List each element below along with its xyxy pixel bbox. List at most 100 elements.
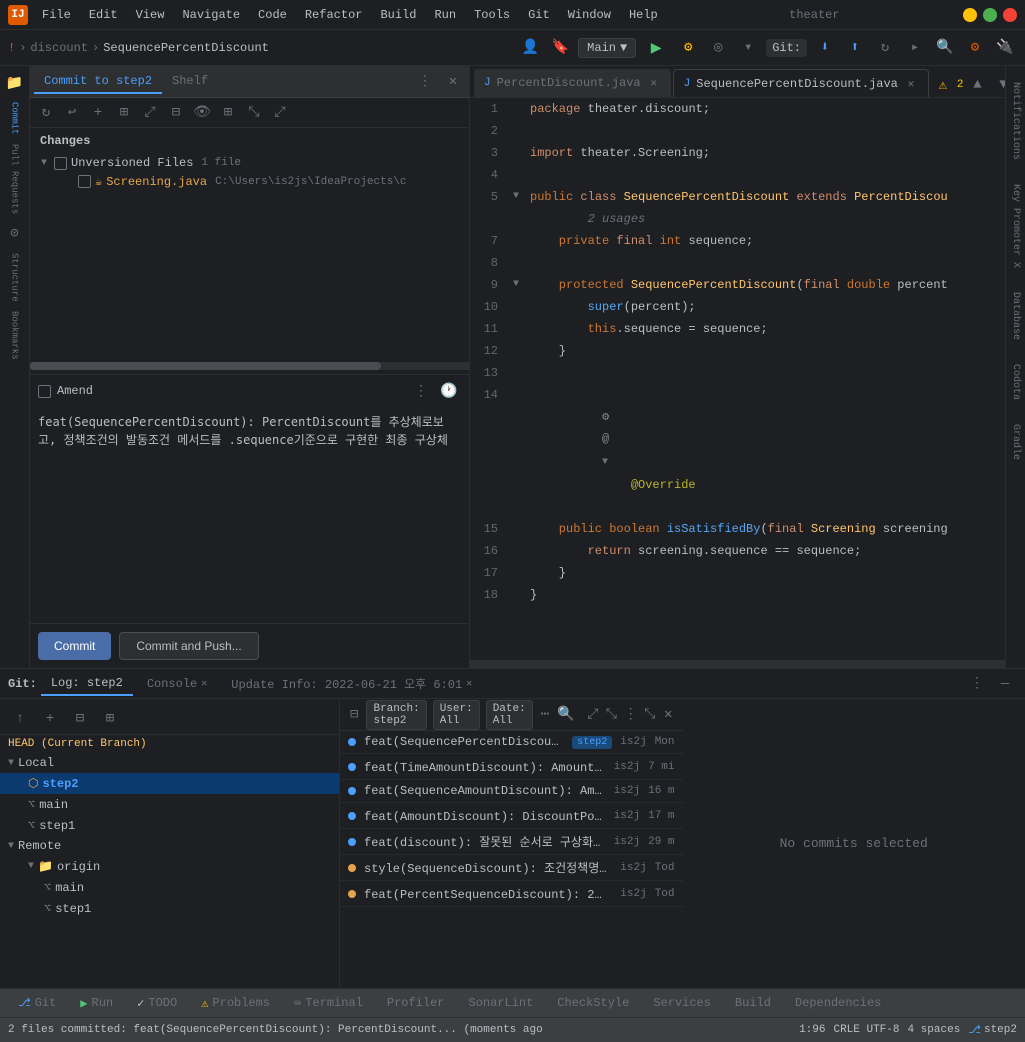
log-more-button[interactable]: ⋯	[539, 703, 551, 727]
app-checkstyle-button[interactable]: CheckStyle	[547, 992, 639, 1014]
tab-percent-discount[interactable]: J PercentDiscount.java ✕	[474, 69, 671, 97]
breadcrumb-class[interactable]: SequencePercentDiscount	[103, 41, 269, 55]
local-group-item[interactable]: ▼ Local	[0, 753, 339, 773]
refresh-button[interactable]: ↻	[34, 101, 58, 125]
log-close-button[interactable]: ✕	[662, 703, 674, 727]
app-terminal-button[interactable]: ⌨ Terminal	[284, 992, 373, 1015]
warning-icon[interactable]: ⚠	[931, 73, 955, 97]
commit-options-button[interactable]: ⋮	[413, 70, 437, 94]
origin-main-item[interactable]: ⌥ main	[0, 877, 339, 898]
coverage-button[interactable]: ◎	[706, 36, 730, 60]
app-run-button[interactable]: ▶ Run	[70, 992, 123, 1015]
menu-view[interactable]: View	[128, 6, 173, 24]
menu-run[interactable]: Run	[426, 6, 464, 24]
git-more-button[interactable]: ▸	[903, 36, 927, 60]
amend-history-button[interactable]: 🕐	[437, 379, 461, 403]
navigate-down-button[interactable]: ▼	[992, 73, 1006, 97]
log-search-button[interactable]: 🔍	[557, 703, 574, 727]
git-update-button[interactable]: ↻	[873, 36, 897, 60]
sort-button[interactable]: ⊞	[216, 101, 240, 125]
app-sonarlint-button[interactable]: SonarLint	[458, 992, 543, 1014]
app-services-button[interactable]: Services	[643, 992, 721, 1014]
status-branch[interactable]: ⎇ step2	[968, 1023, 1017, 1037]
eye-button[interactable]: 👁	[190, 101, 214, 125]
tab-close-percent[interactable]: ✕	[647, 76, 661, 90]
settings-button[interactable]: ⚙	[963, 36, 987, 60]
expand-arrow[interactable]: ▼	[38, 157, 50, 169]
menu-help[interactable]: Help	[621, 6, 666, 24]
head-branch-item[interactable]: HEAD (Current Branch)	[0, 735, 339, 753]
commit-row-2[interactable]: feat(SequenceAmountDiscount): AmountDisc…	[340, 780, 683, 803]
update-close[interactable]: ✕	[466, 678, 472, 690]
vcs-icon[interactable]: 👤	[518, 36, 542, 60]
commit-icon[interactable]: Commit	[2, 98, 28, 138]
menu-tools[interactable]: Tools	[466, 6, 518, 24]
commit-row-3[interactable]: feat(AmountDiscount): DiscountPolicy 정책 …	[340, 803, 683, 829]
git-push-button[interactable]: ⬆	[843, 36, 867, 60]
filter-button[interactable]: ⊟	[68, 707, 92, 731]
log-full-button[interactable]: ⤡	[644, 703, 656, 727]
commit-button[interactable]: Commit	[38, 632, 111, 660]
tab-sequence-percent-discount[interactable]: J SequencePercentDiscount.java ✕	[673, 69, 929, 97]
tab-shelf[interactable]: Shelf	[162, 70, 218, 94]
structure-icon[interactable]: Structure	[2, 249, 28, 306]
horizontal-scrollbar[interactable]	[470, 660, 1005, 668]
tab-commit-to-step2[interactable]: Commit to step2	[34, 70, 162, 94]
menu-edit[interactable]: Edit	[81, 6, 126, 24]
log-filter-icon[interactable]: ⊟	[348, 703, 360, 727]
menu-build[interactable]: Build	[372, 6, 424, 24]
app-dependencies-button[interactable]: Dependencies	[785, 992, 891, 1014]
bottom-minimize-button[interactable]: —	[993, 672, 1017, 696]
database-tab[interactable]: Database	[1008, 284, 1023, 348]
tab-update-info[interactable]: Update Info: 2022-06-21 오후 6:01 ✕	[221, 671, 482, 696]
commit-row-0[interactable]: feat(SequencePercentDiscount): Percen st…	[340, 731, 683, 754]
commit-message-input[interactable]: feat(SequencePercentDiscount): PercentDi…	[38, 413, 461, 493]
commit-row-1[interactable]: feat(TimeAmountDiscount): AmountDiscount…	[340, 754, 683, 780]
user-filter[interactable]: User: All	[433, 700, 480, 730]
commit-and-push-button[interactable]: Commit and Push...	[119, 632, 258, 660]
menu-git[interactable]: Git	[520, 6, 558, 24]
maximize-panel-button[interactable]: ⤢	[268, 101, 292, 125]
git-fetch-button[interactable]: ⬇	[813, 36, 837, 60]
add-branch-button[interactable]: +	[38, 707, 62, 731]
run-button[interactable]: ▶	[642, 34, 670, 62]
log-collapse-button[interactable]: ⤡	[605, 703, 617, 727]
pull-requests-icon[interactable]: Pull Requests	[2, 140, 28, 218]
group-by-button[interactable]: ⊞	[112, 101, 136, 125]
diff-button[interactable]: ⊟	[164, 101, 188, 125]
more-run-button[interactable]: ▾	[736, 36, 760, 60]
remote-group-item[interactable]: ▼ Remote	[0, 836, 339, 856]
remote-expand[interactable]: ▼	[8, 841, 14, 852]
maximize-button[interactable]: □	[983, 8, 997, 22]
amend-options-button[interactable]: ⋮	[409, 379, 433, 403]
branch-sort-button[interactable]: ⊞	[98, 707, 122, 731]
gradle-tab[interactable]: Gradle	[1008, 416, 1023, 468]
main-branch-item[interactable]: ⌥ main	[0, 794, 339, 815]
commit-scrollbar[interactable]	[30, 362, 469, 370]
status-encoding[interactable]: CRLE UTF-8	[833, 1024, 899, 1036]
bookmarks-icon[interactable]: Bookmarks	[2, 307, 28, 364]
log-expand-button[interactable]: ⤢	[587, 703, 599, 727]
tab-console[interactable]: Console ✕	[137, 673, 217, 695]
app-build-button[interactable]: Build	[725, 992, 781, 1014]
file-checkbox[interactable]	[78, 175, 91, 188]
step2-branch-item[interactable]: ⬡ step2	[0, 773, 339, 794]
unversioned-files-item[interactable]: ▼ Unversioned Files 1 file	[34, 154, 465, 172]
bottom-options-button[interactable]: ⋮	[965, 672, 989, 696]
step1-branch-item[interactable]: ⌥ step1	[0, 815, 339, 836]
navigate-up-button[interactable]: ▲	[966, 73, 990, 97]
notifications-tab[interactable]: Notifications	[1008, 74, 1023, 168]
menu-navigate[interactable]: Navigate	[174, 6, 248, 24]
menu-file[interactable]: File	[34, 6, 79, 24]
local-expand[interactable]: ▼	[8, 758, 14, 769]
log-options-button[interactable]: ⋮	[624, 703, 638, 727]
scrollbar-thumb[interactable]	[30, 362, 381, 370]
expand-all-button[interactable]: ⤢	[138, 101, 162, 125]
app-git-button[interactable]: ⎇ Git	[8, 992, 66, 1014]
key-promoter-tab[interactable]: Key Promoter X	[1008, 176, 1023, 276]
breadcrumb-discount[interactable]: discount	[30, 41, 88, 55]
branch-selector[interactable]: Main ▼	[578, 38, 636, 58]
tab-log-step2[interactable]: Log: step2	[41, 672, 133, 696]
unversioned-checkbox[interactable]	[54, 157, 67, 170]
menu-code[interactable]: Code	[250, 6, 295, 24]
